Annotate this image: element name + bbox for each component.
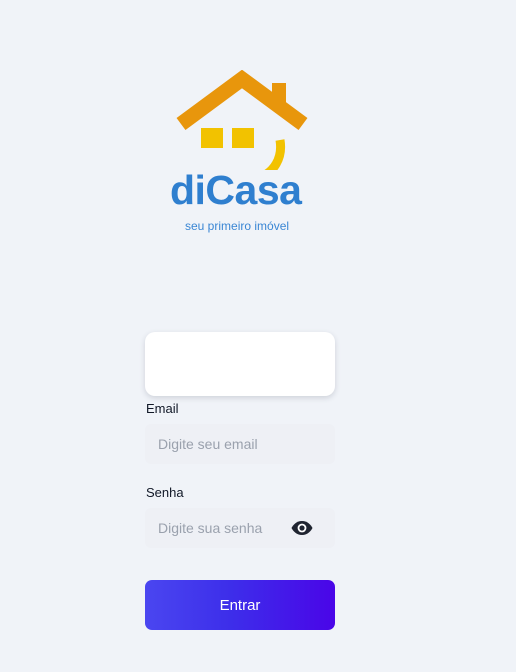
password-label: Senha xyxy=(146,485,184,500)
house-smile-icon xyxy=(176,70,308,170)
email-label: Email xyxy=(146,401,179,416)
brand-tagline: seu primeiro imóvel xyxy=(185,219,290,233)
blank-card xyxy=(145,332,335,396)
login-button[interactable]: Entrar xyxy=(145,580,335,630)
brand-name: diCasa xyxy=(170,167,302,213)
show-password-icon xyxy=(291,521,313,535)
email-field[interactable] xyxy=(145,424,335,464)
eye-icon[interactable] xyxy=(290,518,314,538)
brand-logo: diCasa seu primeiro imóvel xyxy=(166,70,316,240)
